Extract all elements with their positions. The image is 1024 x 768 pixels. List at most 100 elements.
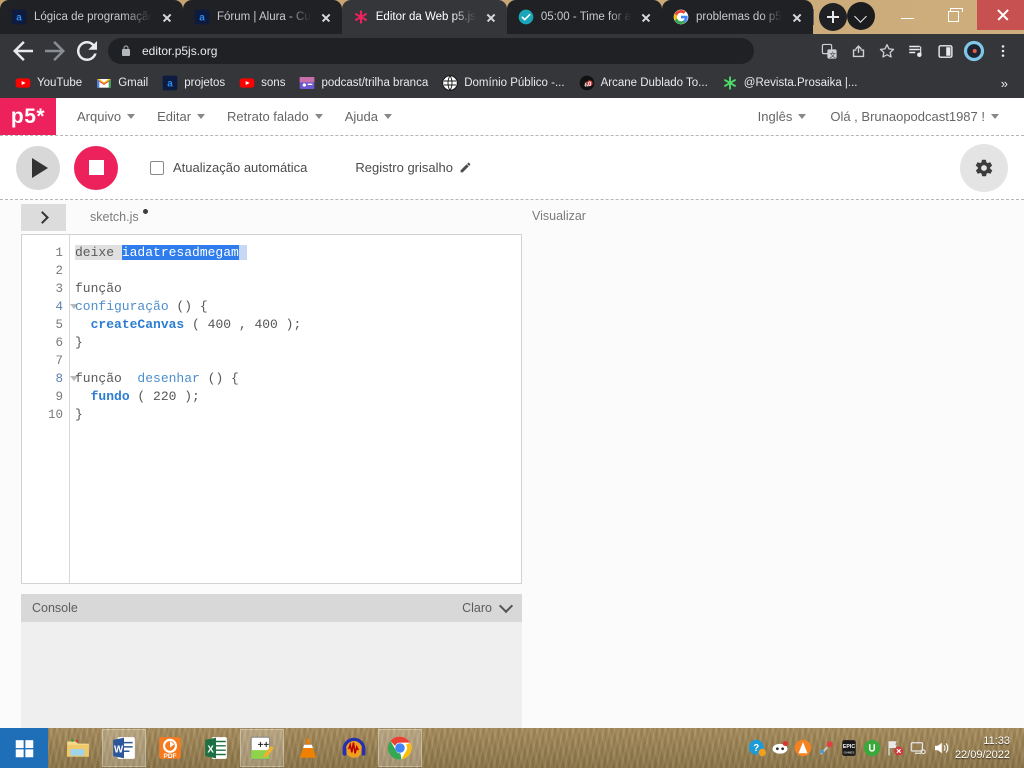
- translate-icon[interactable]: 文: [816, 38, 842, 64]
- line-number: 3: [55, 282, 63, 296]
- tab-close-icon[interactable]: [159, 9, 175, 25]
- line-number: 7: [55, 354, 63, 368]
- account-menu[interactable]: Olá , Brunaopodcast1987 !: [821, 103, 1008, 130]
- tab-close-icon[interactable]: [638, 9, 654, 25]
- taskbar-app-button[interactable]: [378, 729, 422, 767]
- avast-icon[interactable]: [794, 739, 812, 757]
- maximize-button[interactable]: [931, 0, 977, 30]
- browser-tab[interactable]: a Fórum | Alura - Cu: [183, 0, 343, 34]
- chrome-menu-icon[interactable]: [990, 38, 1016, 64]
- editor-workarea: sketch.js 1 2 3 4 5 6 7 8 9 10 deixe iadatresadme…: [0, 200, 1024, 728]
- stop-button[interactable]: [74, 145, 118, 190]
- svg-text:++: ++: [258, 740, 270, 751]
- console-header[interactable]: Console Claro: [21, 594, 522, 622]
- sidebar-toggle-button[interactable]: [21, 203, 66, 231]
- code-token: iadatresadmegam: [121, 245, 239, 260]
- chevron-down-icon[interactable]: [498, 598, 514, 614]
- bookmark-item[interactable]: Gmail: [89, 72, 155, 94]
- bookmark-star-icon[interactable]: [874, 38, 900, 64]
- tool-icon[interactable]: [817, 739, 835, 757]
- help-icon[interactable]: ?: [748, 739, 766, 757]
- browser-tab[interactable]: 05:00 - Time for a: [506, 0, 663, 34]
- new-tab-button[interactable]: [818, 3, 847, 31]
- console-theme-label[interactable]: Claro: [462, 601, 492, 615]
- code-line: }: [75, 334, 521, 352]
- share-icon[interactable]: [845, 38, 871, 64]
- taskbar-app-button[interactable]: [286, 729, 330, 767]
- code-token: deixe: [75, 245, 122, 260]
- chevron-down-icon: [314, 114, 323, 119]
- tab-search-chevron-button[interactable]: [846, 2, 875, 30]
- code-editor[interactable]: 1 2 3 4 5 6 7 8 9 10 deixe iadatresadmegam função…: [21, 234, 522, 584]
- start-button[interactable]: [0, 728, 48, 768]
- tab-close-icon[interactable]: [318, 9, 334, 25]
- sidepanel-icon[interactable]: [932, 38, 958, 64]
- sketch-name-field[interactable]: Registro grisalho: [355, 160, 472, 175]
- bookmark-item[interactable]: podcast/trilha branca: [292, 72, 435, 94]
- close-window-button[interactable]: [976, 0, 1024, 30]
- file-tab-sketch-js[interactable]: sketch.js: [90, 209, 148, 224]
- minimize-button[interactable]: [885, 0, 931, 30]
- taskbar-app-button[interactable]: X: [194, 729, 238, 767]
- profile-avatar-icon[interactable]: [961, 38, 987, 64]
- audacity-icon: [342, 737, 366, 758]
- taskbar-app-button[interactable]: [332, 729, 376, 767]
- taskbar-app-button[interactable]: ++: [240, 729, 284, 767]
- tab-close-icon[interactable]: [483, 9, 499, 25]
- p5-logo[interactable]: p5*: [0, 98, 56, 135]
- taskbar-app-button[interactable]: PDF: [148, 729, 192, 767]
- epic-games-icon[interactable]: EPIC GAMES: [840, 739, 858, 757]
- bookmarks-overflow-button[interactable]: »: [993, 74, 1016, 93]
- bookmark-item[interactable]: @Revista.Prosaika |...: [715, 72, 865, 94]
- code-token: 220: [153, 389, 177, 404]
- forward-arrow-icon[interactable]: [40, 36, 70, 66]
- bookmark-item[interactable]: YouTube: [8, 72, 89, 94]
- browser-tab[interactable]: problemas do p5: [662, 0, 814, 34]
- back-arrow-icon[interactable]: [8, 36, 38, 66]
- code-token: função: [75, 371, 122, 386]
- volume-icon[interactable]: [932, 739, 950, 757]
- clock[interactable]: 11:33 22/09/2022: [955, 734, 1018, 762]
- p5-menu-item[interactable]: Ajuda: [336, 103, 401, 130]
- language-selector[interactable]: Inglês: [749, 103, 816, 130]
- media-playlist-icon[interactable]: [903, 38, 929, 64]
- youtube-icon: [15, 78, 31, 88]
- gear-icon: [975, 159, 993, 176]
- taskbar-app-button[interactable]: [56, 729, 100, 767]
- bookmark-label: Domínio Público -...: [464, 77, 565, 89]
- code-token: ,: [231, 317, 255, 332]
- p5-menu-item[interactable]: Arquivo: [68, 103, 144, 130]
- notepadpp-icon: ++: [250, 736, 274, 760]
- utorrent-icon[interactable]: [863, 739, 881, 757]
- window-controls: [846, 0, 1024, 34]
- bookmark-list: YouTube Gmail a projetos sons podcast/trilha …: [8, 72, 865, 94]
- bookmark-item[interactable]: sons: [232, 72, 292, 94]
- discord-icon[interactable]: [771, 739, 789, 757]
- address-bar[interactable]: editor.p5js.org: [108, 38, 754, 64]
- reload-icon[interactable]: [72, 36, 102, 66]
- bookmark-item[interactable]: Domínio Público -...: [435, 72, 571, 94]
- code-content[interactable]: deixe iadatresadmegam função configuração…: [70, 235, 521, 583]
- line-number: 10: [47, 408, 63, 422]
- browser-tab[interactable]: Editor da Web p5.js: [341, 0, 507, 34]
- p5-menu-label: Editar: [157, 109, 192, 124]
- display-icon[interactable]: [909, 739, 927, 757]
- tab-close-icon[interactable]: [789, 9, 805, 25]
- bookmark-item[interactable]: a projetos: [155, 72, 232, 94]
- p5-menu-item[interactable]: Editar: [148, 103, 214, 130]
- p5-asterisk-icon: [354, 10, 367, 24]
- play-button[interactable]: [16, 145, 60, 190]
- code-line: fundo ( 220 );: [75, 388, 521, 406]
- code-token: );: [277, 317, 302, 332]
- settings-button[interactable]: [960, 143, 1008, 192]
- network-error-icon[interactable]: [886, 739, 904, 757]
- vlc-icon: [299, 737, 317, 758]
- preview-pane: Visualizar: [522, 200, 1024, 728]
- auto-refresh-checkbox[interactable]: Atualização automática: [150, 160, 307, 175]
- taskbar-app-button[interactable]: W: [102, 729, 146, 767]
- browser-tab[interactable]: a Lógica de programação: [0, 0, 184, 34]
- bookmark-item[interactable]: a 0 Arcane Dublado To...: [572, 72, 715, 94]
- p5-menu-item[interactable]: Retrato falado: [218, 103, 332, 130]
